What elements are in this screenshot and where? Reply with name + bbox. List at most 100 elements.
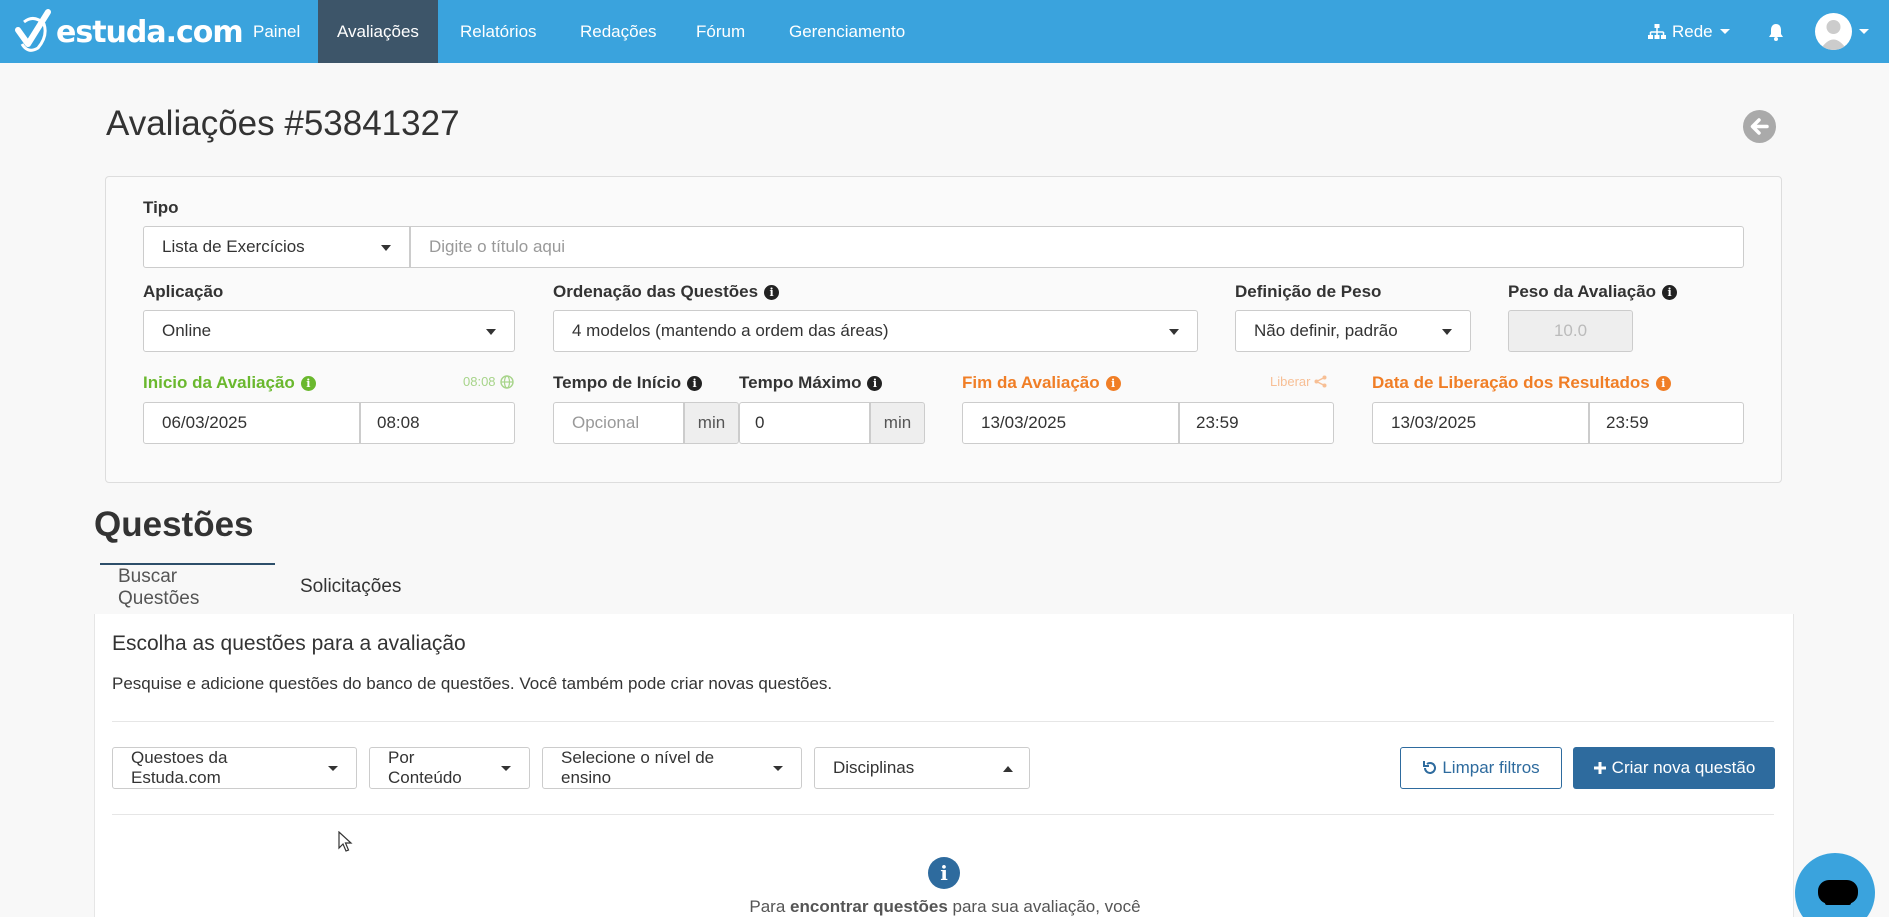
divider (112, 721, 1774, 722)
clear-filters-label: Limpar filtros (1442, 758, 1540, 777)
caret-down-icon (328, 765, 338, 771)
share-icon (1314, 375, 1327, 388)
check-logo-icon (15, 9, 51, 52)
questoes-title: Questões (94, 505, 254, 544)
aplicacao-value: Online (162, 321, 212, 340)
aplicacao-select[interactable]: Online (143, 310, 515, 352)
title-input[interactable] (429, 237, 1725, 257)
peso-label-group: Peso da Avaliação i (1508, 282, 1678, 302)
globe-icon (499, 374, 514, 389)
fim-time-input[interactable]: 23:59 (1179, 402, 1334, 444)
level-filter-label: Selecione o nível de ensino (561, 748, 715, 787)
nav-redacoes[interactable]: Redações (561, 0, 676, 63)
inicio-time-value: 08:08 (377, 413, 420, 432)
sitemap-icon (1648, 23, 1666, 39)
tempo-inicio-label: Tempo de Início (553, 373, 682, 392)
notifications-button[interactable] (1768, 0, 1784, 63)
inicio-label: Inicio da Avaliação (143, 373, 295, 392)
info-icon[interactable]: i (1105, 375, 1121, 391)
disciplinas-filter-dropdown[interactable]: Disciplinas (814, 747, 1030, 789)
create-question-label: Criar nova questão (1611, 758, 1756, 777)
tempo-inicio-field[interactable] (553, 402, 684, 444)
network-label: Rede (1672, 21, 1713, 41)
tempo-inicio-input[interactable] (572, 413, 665, 433)
panel-title: Escolha as questões para a avaliação (112, 632, 466, 655)
fim-label: Fim da Avaliação (962, 373, 1100, 392)
undo-icon (1423, 761, 1437, 774)
info-icon[interactable]: i (1655, 375, 1671, 391)
page-title: Avaliações #53841327 (106, 104, 460, 143)
brand-logo[interactable]: estuda.com (14, 6, 244, 58)
ordenacao-select[interactable]: 4 modelos (mantendo a ordem das áreas) (553, 310, 1198, 352)
fim-label-group: Fim da Avaliação i (962, 373, 1121, 393)
peso-def-value: Não definir, padrão (1254, 321, 1398, 340)
inicio-date-input[interactable]: 06/03/2025 (143, 402, 360, 444)
fim-time-value: 23:59 (1196, 413, 1239, 432)
top-navbar: estuda.com Painel Avaliações Relatórios … (0, 0, 1889, 63)
inicio-time-hint: 08:08 (463, 374, 496, 389)
level-filter-dropdown[interactable]: Selecione o nível de ensino (542, 747, 802, 789)
content-filter-dropdown[interactable]: Por Conteúdo (369, 747, 530, 789)
network-menu[interactable]: Rede (1648, 0, 1730, 63)
liberacao-date-value: 13/03/2025 (1391, 413, 1477, 432)
tipo-value: Lista de Exercícios (162, 237, 305, 256)
tab-solicitacoes[interactable]: Solicitações (282, 563, 419, 611)
liberacao-date-input[interactable]: 13/03/2025 (1372, 402, 1589, 444)
ordenacao-label-group: Ordenação das Questões i (553, 282, 780, 302)
fim-date-input[interactable]: 13/03/2025 (962, 402, 1179, 444)
info-icon[interactable]: i (867, 375, 883, 391)
create-question-button[interactable]: Criar nova questão (1573, 747, 1775, 789)
help-text: Para encontrar questões para sua avaliaç… (749, 897, 1141, 916)
info-icon[interactable]: i (1662, 284, 1678, 300)
peso-input: 10.0 (1508, 310, 1633, 352)
ordenacao-label: Ordenação das Questões (553, 282, 759, 301)
inicio-date-value: 06/03/2025 (162, 413, 248, 432)
brand-name: estuda.com (56, 14, 244, 50)
disciplinas-filter-label: Disciplinas (833, 758, 915, 777)
user-menu[interactable] (1815, 0, 1869, 63)
content-filter-label: Por Conteúdo (388, 748, 462, 787)
caret-down-icon (501, 765, 511, 771)
caret-down-icon (1859, 29, 1869, 34)
user-silhouette-icon (1820, 20, 1847, 50)
inicio-time-input[interactable]: 08:08 (360, 402, 515, 444)
plus-icon (1593, 762, 1606, 774)
bell-icon (1769, 23, 1783, 41)
info-icon[interactable]: i (687, 375, 703, 391)
inicio-label-group: Inicio da Avaliação i (143, 373, 316, 393)
peso-def-select[interactable]: Não definir, padrão (1235, 310, 1471, 352)
tempo-max-label-group: Tempo Máximo i (739, 373, 883, 393)
caret-up-icon (1003, 766, 1013, 772)
nav-painel[interactable]: Painel (234, 0, 319, 63)
liberacao-time-value: 23:59 (1606, 413, 1649, 432)
liberacao-time-input[interactable]: 23:59 (1589, 402, 1744, 444)
title-input-field[interactable] (410, 226, 1744, 268)
tempo-max-input[interactable]: 0 (739, 402, 870, 444)
aplicacao-label: Aplicação (143, 282, 224, 301)
nav-relatorios[interactable]: Relatórios (441, 0, 556, 63)
back-button[interactable] (1743, 110, 1776, 143)
info-icon[interactable]: i (764, 284, 780, 300)
nav-avaliacoes[interactable]: Avaliações (318, 0, 438, 63)
nav-forum[interactable]: Fórum (677, 0, 764, 63)
clear-filters-button[interactable]: Limpar filtros (1400, 747, 1562, 789)
chat-widget-button[interactable] (1795, 853, 1875, 917)
source-filter-label: Questoes da Estuda.com (131, 748, 228, 787)
tempo-max-value: 0 (755, 413, 765, 432)
arrow-left-icon (1750, 118, 1769, 135)
tipo-select[interactable]: Lista de Exercícios (143, 226, 410, 268)
peso-value: 10.0 (1553, 321, 1588, 340)
liberar-label: Liberar (1270, 374, 1311, 389)
peso-def-label: Definição de Peso (1235, 282, 1382, 301)
info-icon: i (928, 857, 960, 889)
tempo-max-label: Tempo Máximo (739, 373, 862, 392)
info-icon[interactable]: i (300, 375, 316, 391)
tempo-max-unit: min (870, 402, 925, 444)
fim-date-value: 13/03/2025 (981, 413, 1067, 432)
liberar-link[interactable]: Liberar (1270, 374, 1327, 389)
nav-gerenciamento[interactable]: Gerenciamento (770, 0, 924, 63)
inicio-timezone-hint[interactable]: 08:08 (463, 374, 514, 389)
panel-description: Pesquise e adicione questões do banco de… (112, 674, 833, 693)
source-filter-dropdown[interactable]: Questoes da Estuda.com (112, 747, 357, 789)
tab-buscar-questoes[interactable]: Buscar Questões (100, 563, 275, 611)
